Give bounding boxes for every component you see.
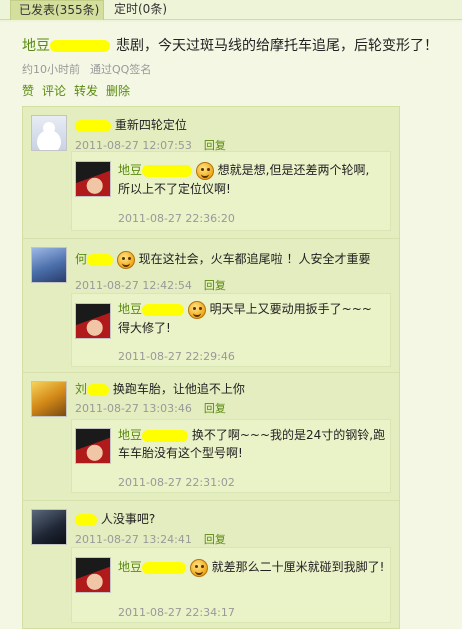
redaction-mark	[142, 164, 193, 177]
avatar[interactable]	[31, 509, 67, 545]
avatar[interactable]	[31, 247, 67, 283]
reply-item: 地豆 明天早上又要动用扳手了~~~ 得大修了! 2011-08-27 22:29…	[71, 293, 391, 367]
reply-author[interactable]: 地豆	[118, 428, 142, 442]
reply-item: 地豆 换不了啊~~~我的是24寸的钢铃,跑车车胎没有这个型号啊! 2011-08…	[71, 419, 391, 493]
comment-item: 重新四轮定位 2011-08-27 12:07:53 回复 地豆 想就是想,但是还…	[23, 107, 399, 239]
reply-item: 地豆 就差那么二十厘米就碰到我脚了! 2011-08-27 22:34:17	[71, 547, 391, 623]
smiley-icon	[189, 558, 208, 577]
avatar[interactable]	[31, 115, 67, 151]
smiley-icon	[187, 300, 206, 319]
comment-body: 现在这社会，火车都追尾啦 ！人安全才重要	[138, 252, 371, 266]
reply-link[interactable]: 回复	[204, 402, 226, 415]
comment-text: 重新四轮定位	[75, 116, 187, 134]
post-meta: 约10小时前 通过QQ签名	[22, 61, 151, 77]
comment-item: 人没事吧? 2011-08-27 13:24:41 回复 地豆 就差那么二十厘米就…	[23, 501, 399, 628]
reply-body: 就差那么二十厘米就碰到我脚了!	[211, 560, 385, 574]
tab-scheduled[interactable]: 定时(0条)	[114, 0, 174, 20]
reply-author[interactable]: 地豆	[118, 302, 142, 316]
reply-time: 2011-08-27 22:36:20	[118, 212, 235, 225]
comment-body: 重新四轮定位	[114, 118, 187, 132]
timestamp: 2011-08-27 13:24:41	[75, 533, 192, 546]
post-time: 约10小时前	[22, 63, 80, 76]
redaction-mark	[50, 40, 110, 52]
reply-author[interactable]: 地豆	[118, 163, 142, 177]
reply-time: 2011-08-27 22:29:46	[118, 350, 235, 363]
comment-author[interactable]: 何	[75, 252, 87, 266]
reply-text: 地豆 明天早上又要动用扳手了~~~ 得大修了!	[118, 300, 386, 337]
post-text: 地豆 悲剧，今天过斑马线的给摩托车追尾，后轮变形了！	[22, 35, 438, 55]
redaction-mark	[142, 561, 187, 574]
comment-time: 2011-08-27 12:42:54 回复	[75, 277, 226, 293]
smiley-icon	[195, 161, 214, 180]
like-button[interactable]: 赞	[22, 84, 34, 98]
redaction-mark	[142, 303, 185, 316]
reply-time: 2011-08-27 22:34:17	[118, 606, 235, 619]
comment-author[interactable]: 刘	[75, 382, 87, 396]
comment-text: 人没事吧?	[75, 510, 155, 528]
avatar[interactable]	[75, 557, 111, 593]
status-post: 地豆 悲剧，今天过斑马线的给摩托车追尾，后轮变形了！ 约10小时前 通过QQ签名 赞…	[0, 22, 462, 629]
comment-text: 何 现在这社会，火车都追尾啦 ！人安全才重要	[75, 250, 371, 269]
post-actions: 赞评论 转发 删除	[22, 82, 138, 99]
redaction-mark	[75, 513, 97, 526]
redaction-mark	[87, 383, 110, 396]
redaction-mark	[75, 119, 111, 132]
comment-item: 何 现在这社会，火车都追尾啦 ！人安全才重要 2011-08-27 12:42:…	[23, 239, 399, 373]
comment-time: 2011-08-27 13:03:46 回复	[75, 400, 226, 416]
post-body: 悲剧，今天过斑马线的给摩托车追尾，后轮变形了！	[116, 38, 438, 54]
forward-button[interactable]: 转发	[74, 84, 98, 98]
post-author[interactable]: 地豆	[22, 38, 50, 54]
redaction-mark	[87, 253, 114, 266]
comment-body: 换跑车胎，让他追不上你	[112, 382, 245, 396]
reply-link[interactable]: 回复	[204, 279, 226, 292]
delete-button[interactable]: 删除	[106, 84, 130, 98]
reply-item: 地豆 想就是想,但是还差两个轮啊,所以上不了定位仪啊! 2011-08-27 2…	[71, 151, 391, 231]
comment-thread: 重新四轮定位 2011-08-27 12:07:53 回复 地豆 想就是想,但是还…	[22, 106, 400, 629]
reply-time: 2011-08-27 22:31:02	[118, 476, 235, 489]
timestamp: 2011-08-27 13:03:46	[75, 402, 192, 415]
comment-time: 2011-08-27 13:24:41 回复	[75, 531, 226, 547]
comment-body: 人没事吧?	[100, 512, 156, 526]
avatar[interactable]	[75, 303, 111, 339]
post-source[interactable]: 通过QQ签名	[90, 63, 151, 76]
tab-published[interactable]: 已发表(355条)	[10, 0, 104, 20]
avatar[interactable]	[75, 161, 111, 197]
timestamp: 2011-08-27 12:42:54	[75, 279, 192, 292]
reply-text: 地豆 就差那么二十厘米就碰到我脚了!	[118, 558, 386, 577]
avatar[interactable]	[75, 428, 111, 464]
comment-button[interactable]: 评论	[42, 84, 66, 98]
comment-item: 刘 换跑车胎，让他追不上你 2011-08-27 13:03:46 回复 地豆 换…	[23, 373, 399, 501]
smiley-icon	[116, 250, 135, 269]
reply-author[interactable]: 地豆	[118, 560, 142, 574]
reply-text: 地豆 想就是想,但是还差两个轮啊,所以上不了定位仪啊!	[118, 161, 380, 198]
reply-link[interactable]: 回复	[204, 533, 226, 546]
tab-bar: 已发表(355条) 定时(0条)	[0, 0, 462, 20]
reply-text: 地豆 换不了啊~~~我的是24寸的钢铃,跑车车胎没有这个型号啊!	[118, 426, 386, 462]
avatar[interactable]	[31, 381, 67, 417]
redaction-mark	[142, 429, 189, 442]
comment-text: 刘 换跑车胎，让他追不上你	[75, 380, 245, 398]
